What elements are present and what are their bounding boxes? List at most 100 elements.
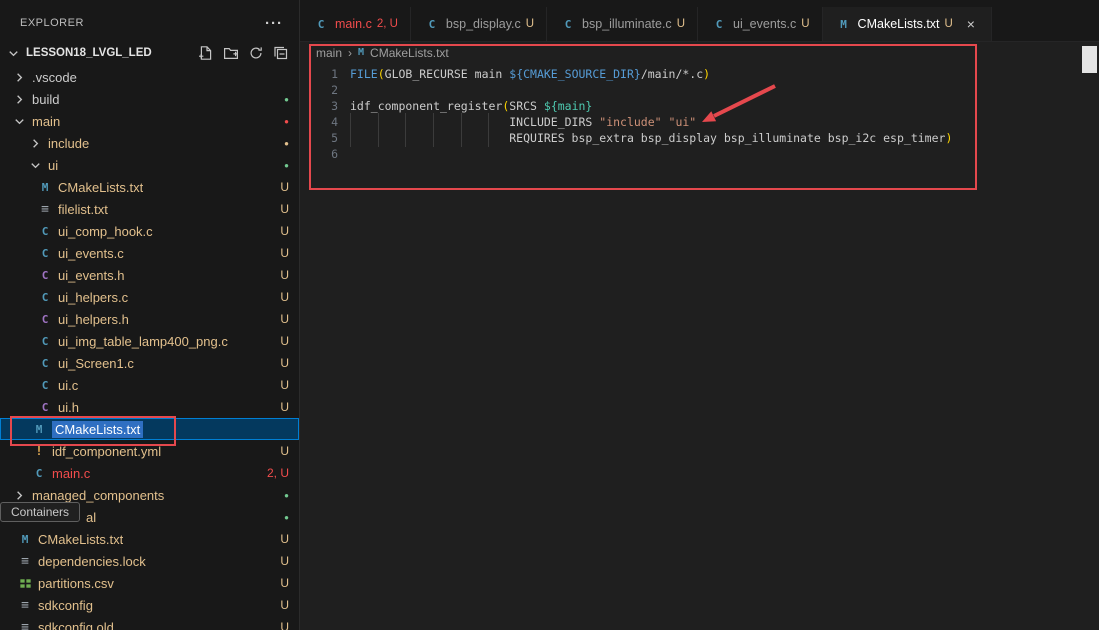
git-status-badge: ● [278, 139, 289, 148]
tree-file-cmakelists-txt[interactable]: MCMakeLists.txtU [0, 176, 299, 198]
tree-file-sdkconfig-old[interactable]: ≡sdkconfig.oldU [0, 616, 299, 630]
indent-guide [461, 129, 462, 147]
c-file-icon: C [36, 245, 54, 261]
tab-bsp-illuminate-c[interactable]: Cbsp_illuminate.cU [547, 7, 698, 41]
tree-item-label: CMakeLists.txt [38, 532, 123, 547]
tree-file-filelist-txt[interactable]: ≡filelist.txtU [0, 198, 299, 220]
tree-file-ui-comp-hook-c[interactable]: Cui_comp_hook.cU [0, 220, 299, 242]
tree-item-label: ui_Screen1.c [58, 356, 134, 371]
more-actions-icon[interactable]: ··· [265, 15, 283, 32]
line-number: 4 [300, 114, 338, 130]
tree-file-sdkconfig[interactable]: ≡sdkconfigU [0, 594, 299, 616]
tree-file-ui-h[interactable]: Cui.hU [0, 396, 299, 418]
new-folder-icon[interactable] [223, 45, 239, 61]
git-status-badge: U [274, 444, 289, 458]
chevron-down-icon [26, 157, 44, 173]
tree-folder-include[interactable]: include● [0, 132, 299, 154]
chevron-right-icon [10, 487, 28, 503]
tree-folder-main[interactable]: main ● [0, 110, 299, 132]
yaml-file-icon: ! [30, 443, 48, 459]
tree-item-label: ui_helpers.c [58, 290, 128, 305]
minimap[interactable] [1082, 46, 1097, 73]
new-file-icon[interactable] [198, 45, 214, 61]
chevron-down-icon [10, 113, 28, 129]
line-number: 3 [300, 98, 338, 114]
refresh-icon[interactable] [248, 45, 264, 61]
breadcrumb-separator-icon: › [348, 46, 352, 60]
project-name: LESSON18_LVGL_LED [26, 47, 152, 59]
tree-folder-ui[interactable]: ui● [0, 154, 299, 176]
code-editor[interactable]: 1FILE(GLOB_RECURSE main ${CMAKE_SOURCE_D… [300, 64, 1099, 630]
text-file-icon: ≡ [36, 201, 54, 217]
git-status-badge: U [274, 554, 289, 568]
editor-region: Cmain.c2, UCbsp_display.cUCbsp_illuminat… [300, 0, 1099, 630]
tree-file-cmakelists-txt[interactable]: MCMakeLists.txt [0, 418, 299, 440]
c-file-icon: C [559, 16, 577, 32]
tab-git-status: 2, U [377, 18, 398, 30]
collapse-all-icon[interactable] [273, 45, 289, 61]
tab-label: main.c [335, 17, 372, 31]
code-line-2[interactable]: 2 [300, 82, 1099, 98]
tab-label: bsp_display.c [446, 17, 521, 31]
tree-file-ui-screen1-c[interactable]: Cui_Screen1.cU [0, 352, 299, 374]
tree-item-label: partitions.csv [38, 576, 114, 591]
cmake-file-icon: M [16, 531, 34, 547]
c-file-icon: C [30, 465, 48, 481]
tree-file-ui-c[interactable]: Cui.cU [0, 374, 299, 396]
tree-folder-build[interactable]: build● [0, 88, 299, 110]
code-line-text: idf_component_register(SRCS ${main} [350, 98, 592, 114]
tab-main-c[interactable]: Cmain.c 2, U [300, 7, 411, 41]
git-status-badge: 2, U [261, 466, 289, 480]
tree-file-partitions-csv[interactable]: partitions.csvU [0, 572, 299, 594]
tree-file-ui-events-h[interactable]: Cui_events.hU [0, 264, 299, 286]
tree-item-label: .vscode [32, 70, 77, 85]
indent-guide [405, 129, 406, 147]
tree-item-label: CMakeLists.txt [52, 421, 143, 438]
tree-file-cmakelists-txt[interactable]: M CMakeLists.txt U [0, 528, 299, 550]
tree-file-ui-helpers-c[interactable]: Cui_helpers.cU [0, 286, 299, 308]
line-number: 6 [300, 146, 338, 162]
chevron-right-icon [10, 91, 28, 107]
tab-bar: Cmain.c2, UCbsp_display.cUCbsp_illuminat… [300, 0, 1099, 42]
code-line-text: INCLUDE_DIRS "include" "ui" [350, 114, 696, 130]
tree-file-idf-component-yml[interactable]: !idf_component.ymlU [0, 440, 299, 462]
indent-guide [488, 129, 489, 147]
explorer-header: EXPLORER ··· [0, 0, 299, 40]
tree-file-ui-img-table-lamp400-png-c[interactable]: Cui_img_table_lamp400_png.cU [0, 330, 299, 352]
tree-file-ui-helpers-h[interactable]: Cui_helpers.hU [0, 308, 299, 330]
code-line-3[interactable]: 3 idf_component_register(SRCS ${main} [300, 98, 1099, 114]
tab-ui-events-c[interactable]: Cui_events.cU [698, 7, 823, 41]
git-status-badge: U [274, 532, 289, 546]
breadcrumb-item-main[interactable]: main [316, 46, 342, 60]
cmake-file-icon: M [835, 16, 853, 32]
tab-cmakelists-txt[interactable]: MCMakeLists.txtU× [823, 7, 992, 41]
tree-folder-vscode[interactable]: .vscode [0, 66, 299, 88]
line-number: 2 [300, 82, 338, 98]
tree-item-label: ui.h [58, 400, 79, 415]
c-file-icon: C [710, 16, 728, 32]
code-line-6[interactable]: 6 [300, 146, 1099, 162]
close-tab-icon[interactable]: × [963, 16, 979, 32]
tree-file-ui-events-c[interactable]: Cui_events.cU [0, 242, 299, 264]
breadcrumb-item-file[interactable]: CMakeLists.txt [370, 46, 449, 60]
tree-file-dependencies-lock[interactable]: ≡dependencies.lockU [0, 550, 299, 572]
tree-item-label: main [32, 114, 60, 129]
code-line-4[interactable]: 4 INCLUDE_DIRS "include" "ui" [300, 114, 1099, 130]
tree-item-label: sdkconfig [38, 598, 93, 613]
tab-bsp-display-c[interactable]: Cbsp_display.cU [411, 7, 547, 41]
text-file-icon: ≡ [16, 597, 34, 613]
h-file-icon: C [36, 311, 54, 327]
tree-item-label: ui_helpers.h [58, 312, 129, 327]
code-line-1[interactable]: 1FILE(GLOB_RECURSE main ${CMAKE_SOURCE_D… [300, 66, 1099, 82]
c-file-icon: C [312, 16, 330, 32]
text-file-icon: ≡ [16, 619, 34, 630]
git-status-badge: ● [278, 117, 289, 126]
tooltip-label: Containers [11, 505, 69, 519]
tree-item-label: ui.c [58, 378, 78, 393]
c-file-icon: C [36, 355, 54, 371]
tab-git-status: U [801, 18, 809, 30]
text-file-icon: ≡ [16, 553, 34, 569]
code-line-5[interactable]: 5 REQUIRES bsp_extra bsp_display bsp_ill… [300, 130, 1099, 146]
project-section-header[interactable]: LESSON18_LVGL_LED [0, 40, 299, 66]
tree-file-main-c[interactable]: Cmain.c2, U [0, 462, 299, 484]
